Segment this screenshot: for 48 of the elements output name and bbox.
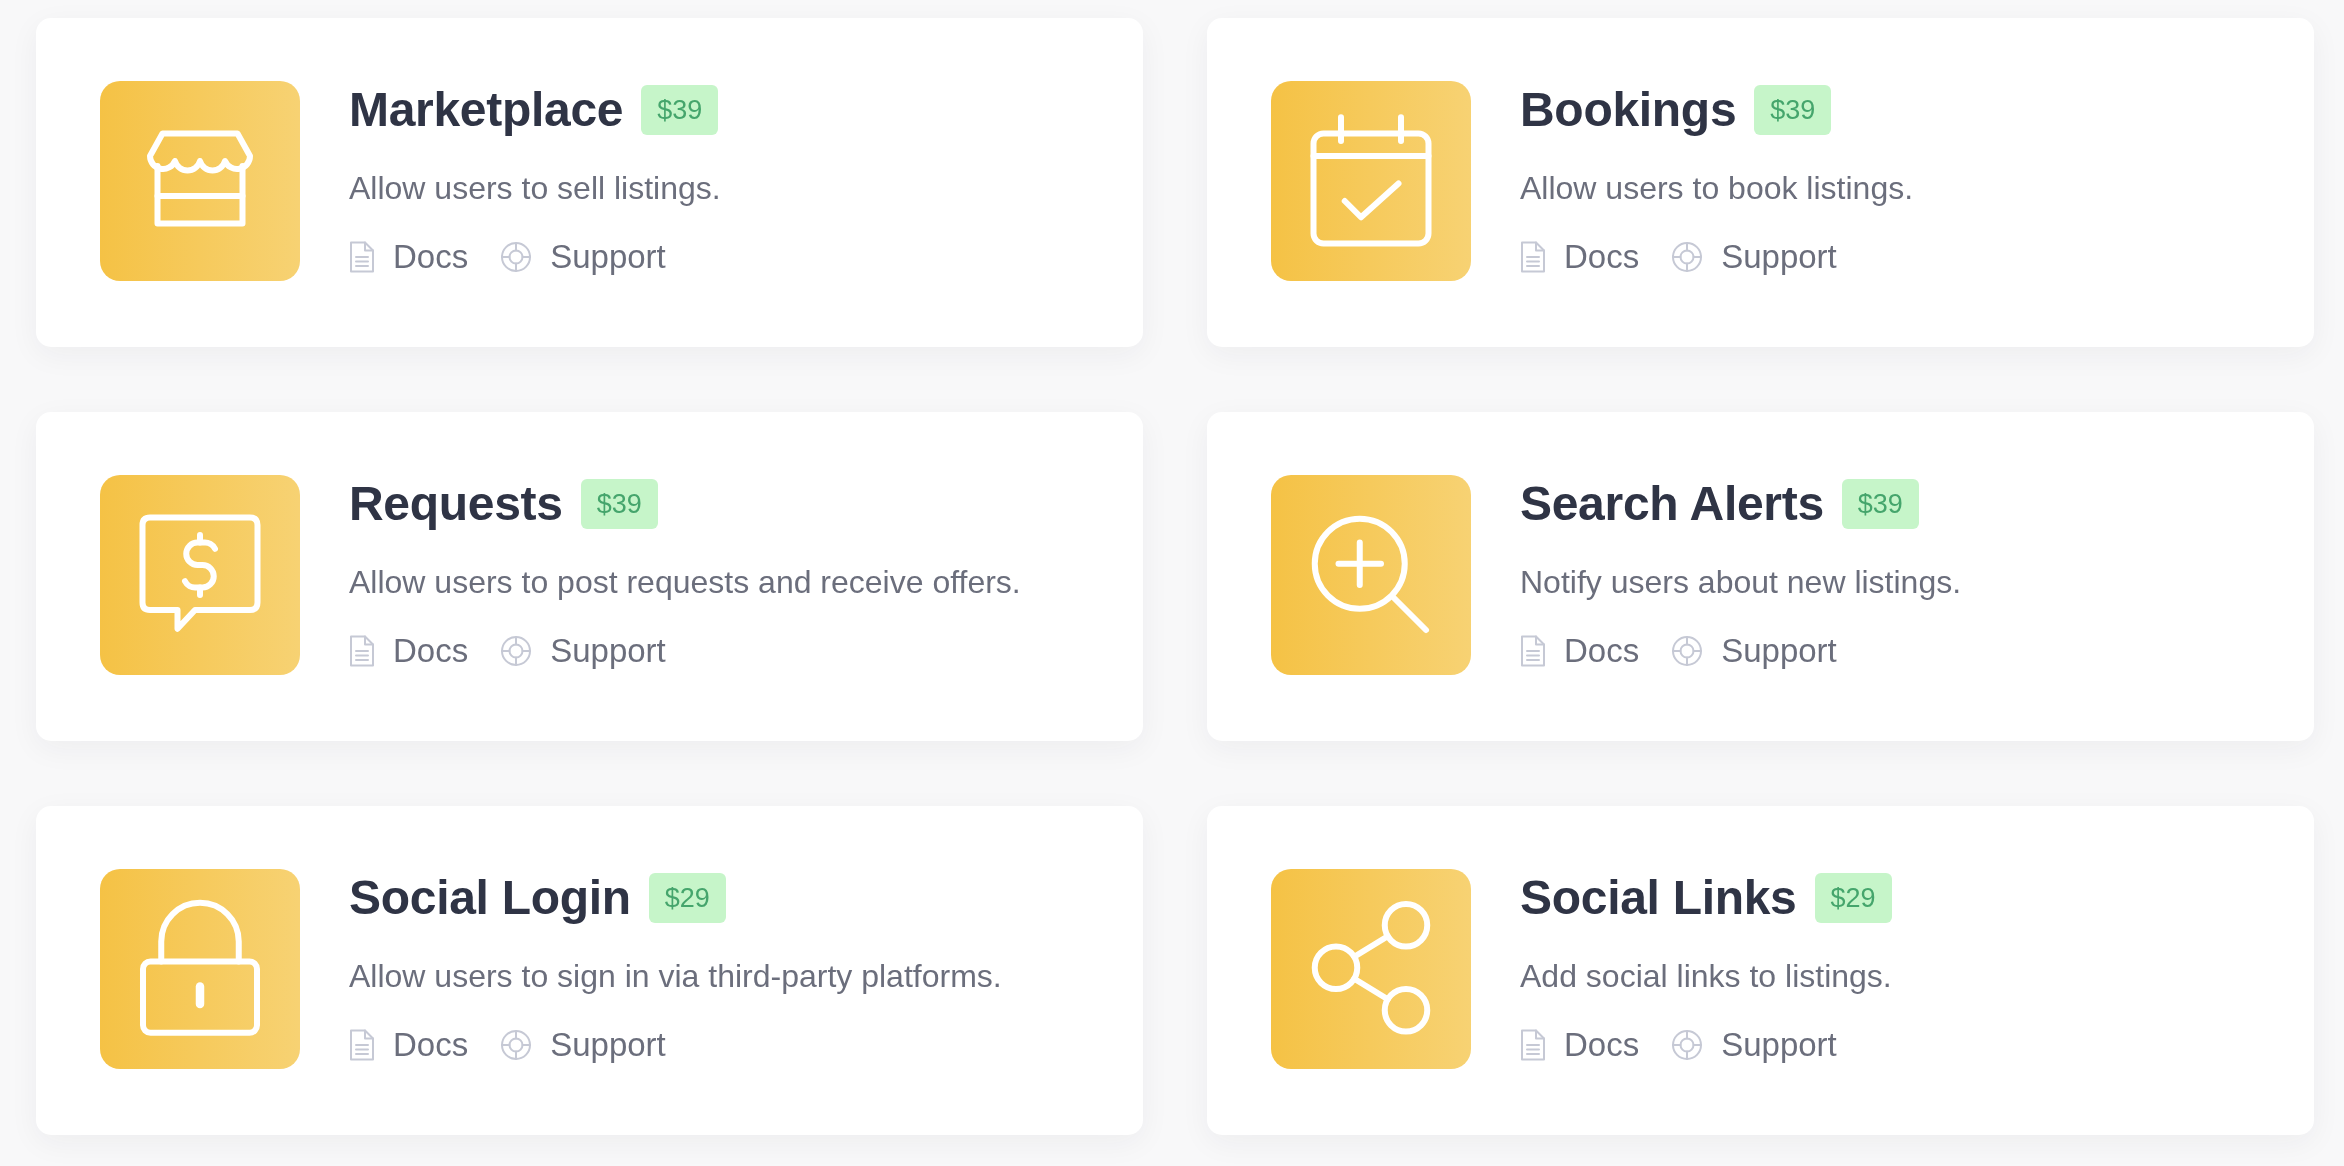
support-link[interactable]: Support (1671, 237, 1837, 277)
support-link[interactable]: Support (500, 631, 666, 671)
padlock-icon (100, 869, 300, 1069)
addon-title: Social Login (349, 870, 631, 926)
addon-description: Allow users to post requests and receive offers. (349, 563, 1021, 602)
addon-title: Search Alerts (1520, 476, 1824, 532)
docs-link[interactable]: Docs (1520, 1025, 1640, 1065)
support-link[interactable]: Support (500, 237, 666, 277)
lifebuoy-icon (500, 635, 533, 667)
docs-link[interactable]: Docs (349, 1025, 469, 1065)
addon-description: Allow users to sign in via third-party platforms. (349, 957, 1002, 996)
support-link[interactable]: Support (1671, 1025, 1837, 1065)
price-badge: $29 (1814, 873, 1892, 923)
docs-link[interactable]: Docs (349, 237, 469, 277)
document-icon (349, 1029, 375, 1061)
lifebuoy-icon (1671, 1029, 1704, 1061)
document-icon (1520, 241, 1546, 273)
support-link[interactable]: Support (500, 1025, 666, 1065)
addon-title: Bookings (1520, 82, 1737, 138)
price-badge: $39 (580, 479, 658, 529)
document-icon (349, 241, 375, 273)
document-icon (1520, 635, 1546, 667)
speech-bubble-dollar-icon (100, 475, 300, 675)
storefront-icon (100, 81, 300, 281)
lifebuoy-icon (500, 1029, 533, 1061)
price-badge: $39 (1841, 479, 1919, 529)
addon-description: Add social links to listings. (1520, 957, 1892, 996)
price-badge: $39 (641, 85, 719, 135)
price-badge: $39 (1754, 85, 1832, 135)
lifebuoy-icon (500, 241, 533, 273)
docs-link[interactable]: Docs (349, 631, 469, 671)
addon-description: Notify users about new listings. (1520, 563, 1962, 602)
document-icon (349, 635, 375, 667)
docs-link[interactable]: Docs (1520, 631, 1640, 671)
addon-title: Marketplace (349, 82, 624, 138)
lifebuoy-icon (1671, 241, 1704, 273)
document-icon (1520, 1029, 1546, 1061)
docs-link[interactable]: Docs (1520, 237, 1640, 277)
magnifier-plus-icon (1271, 475, 1471, 675)
addon-title: Requests (349, 476, 563, 532)
price-badge: $29 (648, 873, 726, 923)
support-link[interactable]: Support (1671, 631, 1837, 671)
addon-description: Allow users to sell listings. (349, 169, 721, 208)
addon-description: Allow users to book listings. (1520, 169, 1914, 208)
share-icon (1271, 869, 1471, 1069)
addon-title: Social Links (1520, 870, 1797, 926)
calendar-check-icon (1271, 81, 1471, 281)
lifebuoy-icon (1671, 635, 1704, 667)
